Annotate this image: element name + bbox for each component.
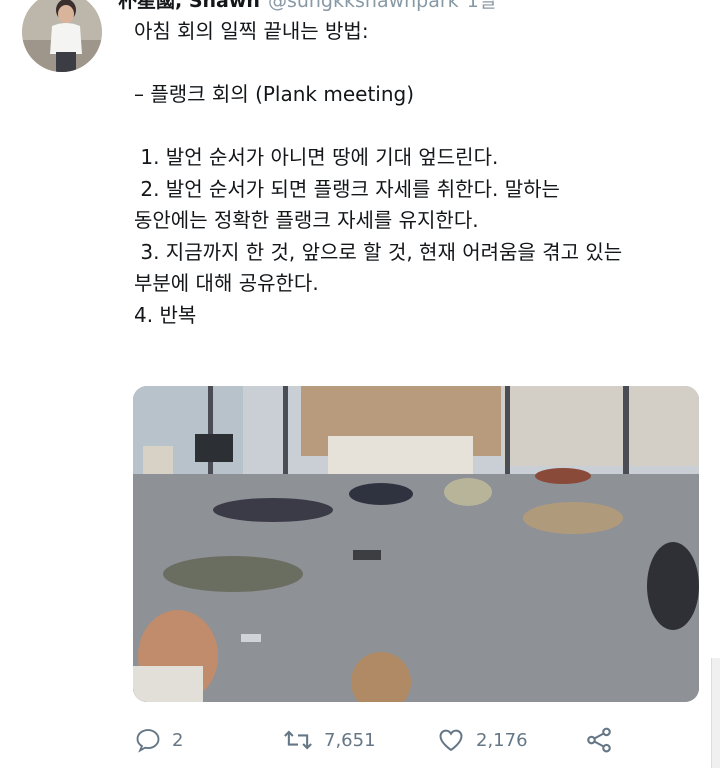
tweet-photo[interactable]	[133, 386, 699, 702]
retweet-button[interactable]: 7,651	[282, 722, 376, 758]
like-button[interactable]: 2,176	[436, 722, 528, 758]
tweet-text-line: 4. 반복	[134, 302, 197, 327]
author-handle[interactable]: @sungkkshawnpark	[268, 0, 459, 12]
tweet-text-line: 부분에 대해 공유한다.	[134, 271, 319, 295]
tweet-text-line: – 플랭크 회의 (Plank meeting)	[134, 82, 415, 106]
share-icon	[587, 727, 611, 753]
tweet-text-line: 1. 발언 순서가 아니면 땅에 기대 엎드린다.	[134, 145, 499, 169]
reply-button[interactable]: 2	[134, 722, 183, 758]
avatar[interactable]	[22, 0, 102, 72]
tweet-time[interactable]: 1일	[467, 0, 497, 12]
retweet-icon	[284, 730, 312, 750]
tweet-actions: 2 7,651 2,176	[134, 722, 694, 758]
scrollbar[interactable]	[711, 658, 720, 768]
tweet-text-line: 2. 발언 순서가 되면 플랭크 자세를 취한다. 말하는	[134, 176, 560, 201]
share-button[interactable]	[584, 722, 614, 758]
tweet-text-line: 동안에는 정확한 플랭크 자세를 유지한다.	[134, 208, 479, 232]
tweet-text-line	[134, 111, 704, 143]
heart-icon	[439, 729, 463, 752]
tweet-text-line: 3. 지금까지 한 것, 앞으로 할 것, 현재 어려움을 겪고 있는	[134, 239, 623, 264]
plank-meeting-photo	[133, 386, 699, 702]
author-name[interactable]: 朴星國, Shawn	[118, 0, 260, 12]
tweet-text-line	[134, 48, 704, 80]
avatar-photo	[22, 0, 102, 72]
tweet-text: 아침 회의 일찍 끝내는 방법: – 플랭크 회의 (Plank meeting…	[134, 16, 704, 331]
retweet-count: 7,651	[324, 729, 376, 751]
reply-count: 2	[172, 729, 184, 751]
comment-bubble-icon	[136, 729, 160, 753]
like-count: 2,176	[476, 729, 528, 751]
tweet-header: 朴星國, Shawn @sungkkshawnpark 1일	[118, 0, 496, 12]
tweet-text-line: 아침 회의 일찍 끝내는 방법:	[134, 19, 369, 43]
